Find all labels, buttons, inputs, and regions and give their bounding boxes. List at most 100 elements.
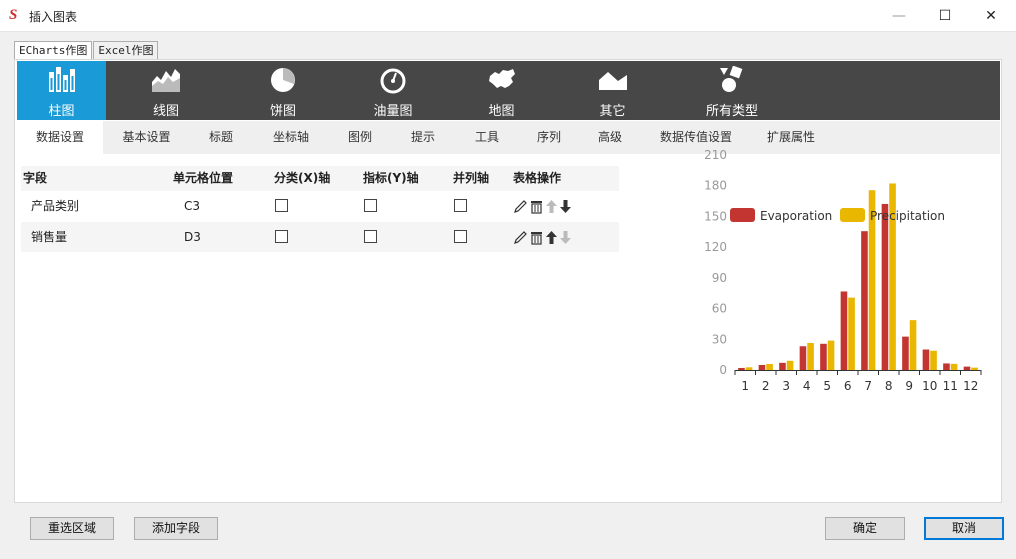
add-field-button[interactable]: 添加字段 <box>134 517 218 540</box>
bar-precipitation-6 <box>848 297 855 370</box>
title-bar: S 插入图表 — ☐ ✕ <box>0 0 1016 32</box>
bar-evaporation-5 <box>820 343 827 370</box>
y-tick-label: 60 <box>712 302 727 316</box>
move-up-icon[interactable] <box>545 230 558 245</box>
chart-type-label: 线图 <box>152 104 179 119</box>
x-tick-label: 7 <box>864 379 872 393</box>
bar-precipitation-12 <box>971 367 978 370</box>
pie-chart-icon <box>271 68 295 92</box>
tab-title[interactable]: 标题 <box>190 121 252 154</box>
chart-type-line-chart[interactable]: 线图 <box>106 61 226 120</box>
ok-button[interactable]: 确定 <box>825 517 905 540</box>
x-tick-label: 9 <box>905 379 913 393</box>
field-name: 销售量 <box>31 230 68 244</box>
cell-position: C3 <box>184 199 201 213</box>
tab-advanced[interactable]: 高级 <box>580 121 640 154</box>
x-tick-label: 4 <box>803 379 811 393</box>
bar-evaporation-9 <box>902 336 909 370</box>
chart-type-gauge[interactable]: 油量图 <box>340 61 446 120</box>
shapes-icon <box>720 66 743 92</box>
x-tick-label: 6 <box>844 379 852 393</box>
chart-type-bar-chart[interactable]: 柱图 <box>17 61 106 120</box>
parallel-axis-checkbox[interactable] <box>454 199 467 212</box>
tab-tools[interactable]: 工具 <box>456 121 518 154</box>
chart-type-label: 其它 <box>599 104 626 119</box>
gauge-icon <box>380 68 406 94</box>
edit-icon[interactable] <box>513 199 528 214</box>
line-chart-icon <box>152 69 180 92</box>
y-tick-label: 150 <box>704 209 727 223</box>
field-grid: 字段 单元格位置 分类(X)轴 指标(Y)轴 并列轴 表格操作 产品类别 C3 … <box>21 166 619 253</box>
x-tick-label: 10 <box>922 379 937 393</box>
chart-type-pie-chart[interactable]: 饼图 <box>226 61 340 120</box>
cell-position: D3 <box>184 230 201 244</box>
y-axis-checkbox[interactable] <box>364 199 377 212</box>
header-table-operations: 表格操作 <box>513 171 562 185</box>
move-down-icon[interactable] <box>559 199 572 214</box>
move-up-icon[interactable] <box>545 199 558 214</box>
close-icon: ✕ <box>985 8 997 24</box>
delete-icon[interactable] <box>529 199 544 214</box>
header-x-axis: 分类(X)轴 <box>274 171 331 185</box>
header-field: 字段 <box>23 171 48 185</box>
delete-icon[interactable] <box>529 230 544 245</box>
header-cell-position: 单元格位置 <box>173 171 234 185</box>
outer-tabs: ECharts作图 Excel作图 <box>14 41 159 61</box>
x-tick-label: 5 <box>823 379 831 393</box>
table-row: 销售量 D3 <box>21 222 619 253</box>
bar-evaporation-10 <box>922 349 930 370</box>
map-icon <box>488 69 515 88</box>
field-name: 产品类别 <box>31 199 80 213</box>
area-shape-icon <box>598 72 627 90</box>
bar-precipitation-5 <box>827 340 835 370</box>
tab-basic-settings[interactable]: 基本设置 <box>103 121 190 154</box>
close-button[interactable]: ✕ <box>968 0 1014 32</box>
reselect-area-button[interactable]: 重选区域 <box>30 517 114 540</box>
bar-precipitation-4 <box>807 342 814 370</box>
y-tick-label: 210 <box>704 148 727 162</box>
minimize-button[interactable]: — <box>876 0 922 32</box>
tab-echarts[interactable]: ECharts作图 <box>14 41 93 61</box>
chart-type-label: 油量图 <box>373 104 413 119</box>
y-tick-label: 180 <box>704 179 727 193</box>
x-tick-label: 12 <box>963 379 978 393</box>
bar-precipitation-10 <box>930 350 937 370</box>
chart-type-label: 饼图 <box>269 104 296 119</box>
bar-evaporation-12 <box>963 366 971 370</box>
x-axis-checkbox[interactable] <box>275 230 288 243</box>
x-tick-label: 11 <box>943 379 958 393</box>
move-down-icon[interactable] <box>559 230 572 245</box>
table-row: 产品类别 C3 <box>21 191 619 222</box>
legend-label-evaporation: Evaporation <box>760 209 832 223</box>
x-tick-label: 1 <box>741 379 749 393</box>
cancel-button[interactable]: 取消 <box>924 517 1004 540</box>
parallel-axis-checkbox[interactable] <box>454 230 467 243</box>
y-axis-checkbox[interactable] <box>364 230 377 243</box>
chart-preview: 03060901201501802101 2 3 4 5 6 7 8 9 10 11 12Evapor… <box>704 148 982 393</box>
x-axis-checkbox[interactable] <box>275 199 288 212</box>
bar-precipitation-1 <box>745 367 753 370</box>
chart-type-other[interactable]: 其它 <box>557 61 668 120</box>
bar-evaporation-8 <box>881 203 889 370</box>
app-logo-icon: S <box>9 7 18 23</box>
tab-legend[interactable]: 图例 <box>330 121 390 154</box>
x-tick-label: 2 <box>762 379 770 393</box>
tab-axis[interactable]: 坐标轴 <box>252 121 330 154</box>
edit-icon[interactable] <box>513 230 528 245</box>
maximize-icon: ☐ <box>938 8 952 24</box>
y-tick-label: 120 <box>704 240 727 254</box>
tab-tooltip[interactable]: 提示 <box>390 121 456 154</box>
tab-series[interactable]: 序列 <box>518 121 580 154</box>
maximize-button[interactable]: ☐ <box>922 0 968 32</box>
y-tick-label: 0 <box>719 363 727 377</box>
chart-type-map[interactable]: 地图 <box>446 61 557 120</box>
bar-evaporation-1 <box>738 367 745 370</box>
x-tick-label: 3 <box>782 379 790 393</box>
chart-type-bar: 柱图 线图 饼图 油量图 地图 其它 所有类型 <box>17 61 1000 120</box>
bar-precipitation-9 <box>909 320 917 370</box>
chart-type-all[interactable]: 所有类型 <box>668 61 796 120</box>
header-parallel-axis: 并列轴 <box>453 171 490 185</box>
tab-data-settings[interactable]: 数据设置 <box>17 121 103 154</box>
bar-chart-icon <box>48 67 75 92</box>
tab-excel[interactable]: Excel作图 <box>93 41 159 60</box>
